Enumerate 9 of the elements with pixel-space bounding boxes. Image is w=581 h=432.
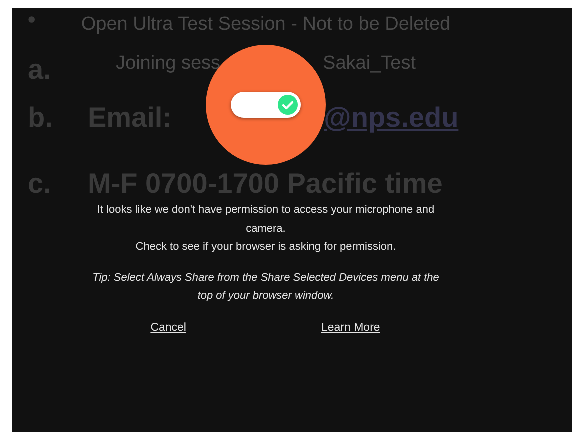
slide-bullet: • — [28, 7, 36, 33]
learn-more-link[interactable]: Learn More — [322, 322, 380, 334]
cancel-link[interactable]: Cancel — [150, 322, 186, 334]
session-name: Sakai_Test — [323, 53, 416, 75]
permission-message: It looks like we don't have permission to access your microphone and camera. Check to see if your browser is asking for permission. — [96, 203, 436, 255]
joining-text: Joining sess — [116, 53, 221, 75]
session-title: Open Ultra Test Session - Not to be Deleted — [81, 14, 451, 36]
tip-text: Tip: Select Always Share from the Share Selected Devices menu at the top of your browser window. — [92, 270, 440, 304]
check-knob-icon — [278, 95, 298, 115]
